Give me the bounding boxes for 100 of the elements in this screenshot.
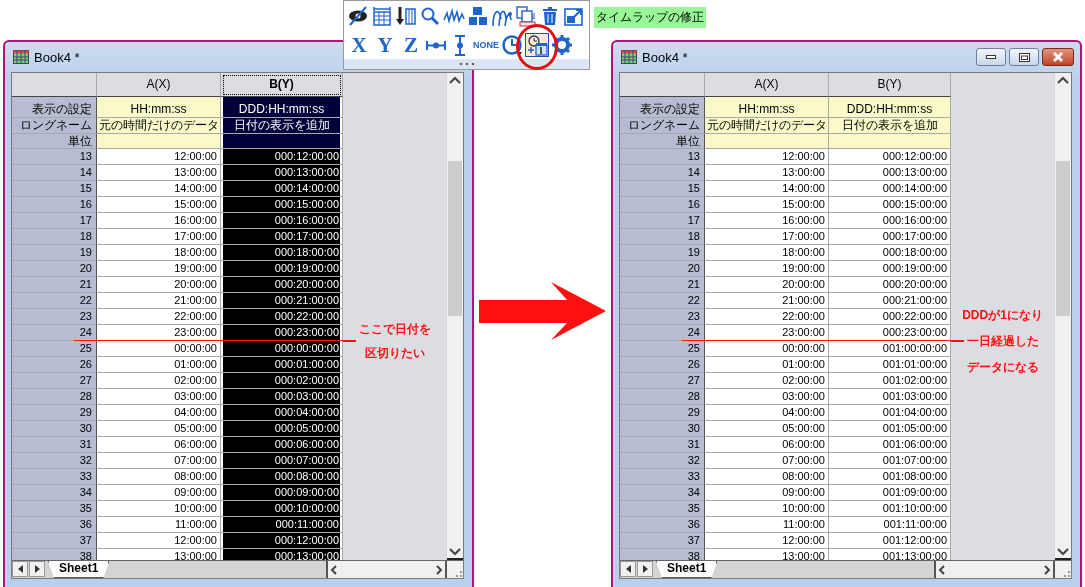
row-number[interactable]: 34 [12,485,97,501]
table-cell[interactable]: 16:00:00 [97,213,221,229]
corner-cell[interactable] [620,73,705,97]
table-cell[interactable]: 05:00:00 [705,421,829,437]
column-header[interactable]: A(X) [705,73,829,97]
row-number[interactable]: 13 [12,149,97,165]
table-cell[interactable]: 000:22:00:00 [221,309,343,325]
row-number[interactable]: 37 [12,533,97,549]
table-cell[interactable]: 000:12:00:00 [221,533,343,549]
row-number[interactable]: 20 [620,261,705,277]
table-cell[interactable]: 000:16:00:00 [829,213,951,229]
minimize-button[interactable] [976,48,1006,66]
row-number[interactable]: 30 [12,421,97,437]
table-cell[interactable]: 000:18:00:00 [829,245,951,261]
table-cell[interactable]: 000:18:00:00 [221,245,343,261]
row-number[interactable]: 28 [620,389,705,405]
table-cell[interactable]: 000:07:00:00 [221,453,343,469]
table-cell[interactable]: 000:13:00:00 [829,165,951,181]
table-cell[interactable]: 000:15:00:00 [829,197,951,213]
table-cell[interactable]: 15:00:00 [97,197,221,213]
row-number[interactable]: 38 [620,549,705,560]
row-number[interactable]: 33 [620,469,705,485]
none-button[interactable]: NONE [473,33,499,56]
table-cell[interactable]: 17:00:00 [705,229,829,245]
table-cell[interactable]: 12:00:00 [97,149,221,165]
row-number[interactable]: 36 [620,517,705,533]
table-cell[interactable]: 01:00:00 [705,357,829,373]
table-cell[interactable]: 000:22:00:00 [829,309,951,325]
toolbar-grip[interactable] [344,59,589,69]
table-cell[interactable]: 09:00:00 [97,485,221,501]
row-number[interactable]: 18 [12,229,97,245]
row-number[interactable]: 22 [620,293,705,309]
table-cell[interactable]: 000:12:00:00 [221,149,343,165]
table-cell[interactable]: 17:00:00 [97,229,221,245]
table-cell[interactable]: 001:08:00:00 [829,469,951,485]
row-number[interactable]: 30 [620,421,705,437]
table-cell[interactable]: 12:00:00 [705,149,829,165]
row-number[interactable]: 21 [12,277,97,293]
table-cell[interactable]: 000:20:00:00 [221,277,343,293]
letter-tiles-icon[interactable] [467,4,489,27]
table-cell[interactable]: 16:00:00 [705,213,829,229]
table-cell[interactable]: 001:11:00:00 [829,517,951,533]
column-header[interactable]: A(X) [97,73,221,97]
label-cell[interactable] [829,134,951,149]
label-cell[interactable]: 日付の表示を追加 [829,118,951,134]
table-cell[interactable]: 11:00:00 [705,517,829,533]
table-cell[interactable]: 14:00:00 [705,181,829,197]
table-cell[interactable]: 000:12:00:00 [829,149,951,165]
table-cell[interactable]: 000:19:00:00 [221,261,343,277]
label-cell[interactable]: HH:mm:ss [705,97,829,118]
table-cell[interactable]: 001:03:00:00 [829,389,951,405]
label-cell[interactable]: DDD:HH:mm:ss [221,97,343,118]
row-number[interactable]: 29 [12,405,97,421]
table-cell[interactable]: 000:14:00:00 [829,181,951,197]
table-cell[interactable]: 10:00:00 [97,501,221,517]
scrollbar-thumb[interactable] [1056,161,1070,316]
table-cell[interactable]: 001:09:00:00 [829,485,951,501]
table-cell[interactable]: 000:05:00:00 [221,421,343,437]
table-cell[interactable]: 18:00:00 [97,245,221,261]
table-cell[interactable]: 001:07:00:00 [829,453,951,469]
table-cell[interactable]: 21:00:00 [705,293,829,309]
row-number[interactable]: 33 [12,469,97,485]
table-cell[interactable]: 001:01:00:00 [829,357,951,373]
row-number[interactable]: 35 [12,501,97,517]
table-cell[interactable]: 000:15:00:00 [221,197,343,213]
eye-slash-icon[interactable] [347,4,369,27]
table-cell[interactable]: 000:09:00:00 [221,485,343,501]
table-cell[interactable]: 06:00:00 [97,437,221,453]
row-number[interactable]: 31 [620,437,705,453]
row-number[interactable]: 23 [620,309,705,325]
table-cell[interactable]: 12:00:00 [97,533,221,549]
x-button[interactable]: X [347,33,371,56]
label-cell[interactable] [705,134,829,149]
table-cell[interactable]: 01:00:00 [97,357,221,373]
table-cell[interactable]: 12:00:00 [705,533,829,549]
row-number[interactable]: 27 [620,373,705,389]
label-cell[interactable]: HH:mm:ss [97,97,221,118]
table-cell[interactable]: 000:02:00:00 [221,373,343,389]
table-cell[interactable]: 000:08:00:00 [221,469,343,485]
table-cell[interactable]: 15:00:00 [705,197,829,213]
column-header[interactable]: B(Y) [221,73,343,97]
z-button[interactable]: Z [399,33,423,56]
label-cell[interactable] [221,134,343,149]
row-number[interactable]: 32 [12,453,97,469]
table-cell[interactable]: 001:06:00:00 [829,437,951,453]
table-cell[interactable]: 10:00:00 [705,501,829,517]
close-button[interactable] [1042,48,1074,66]
vertical-scrollbar[interactable] [446,73,463,560]
label-cell[interactable]: DDD:HH:mm:ss [829,97,951,118]
previous-sheet-button[interactable] [12,561,28,577]
row-number[interactable]: 19 [620,245,705,261]
table-cell[interactable]: 04:00:00 [705,405,829,421]
row-number[interactable]: 25 [620,341,705,357]
row-number[interactable]: 17 [620,213,705,229]
row-number[interactable]: 24 [12,325,97,341]
table-cell[interactable]: 19:00:00 [97,261,221,277]
table-cell[interactable]: 000:13:00:00 [221,165,343,181]
table-cell[interactable]: 04:00:00 [97,405,221,421]
table-icon[interactable] [371,4,393,27]
table-cell[interactable]: 000:00:00:00 [221,341,343,357]
